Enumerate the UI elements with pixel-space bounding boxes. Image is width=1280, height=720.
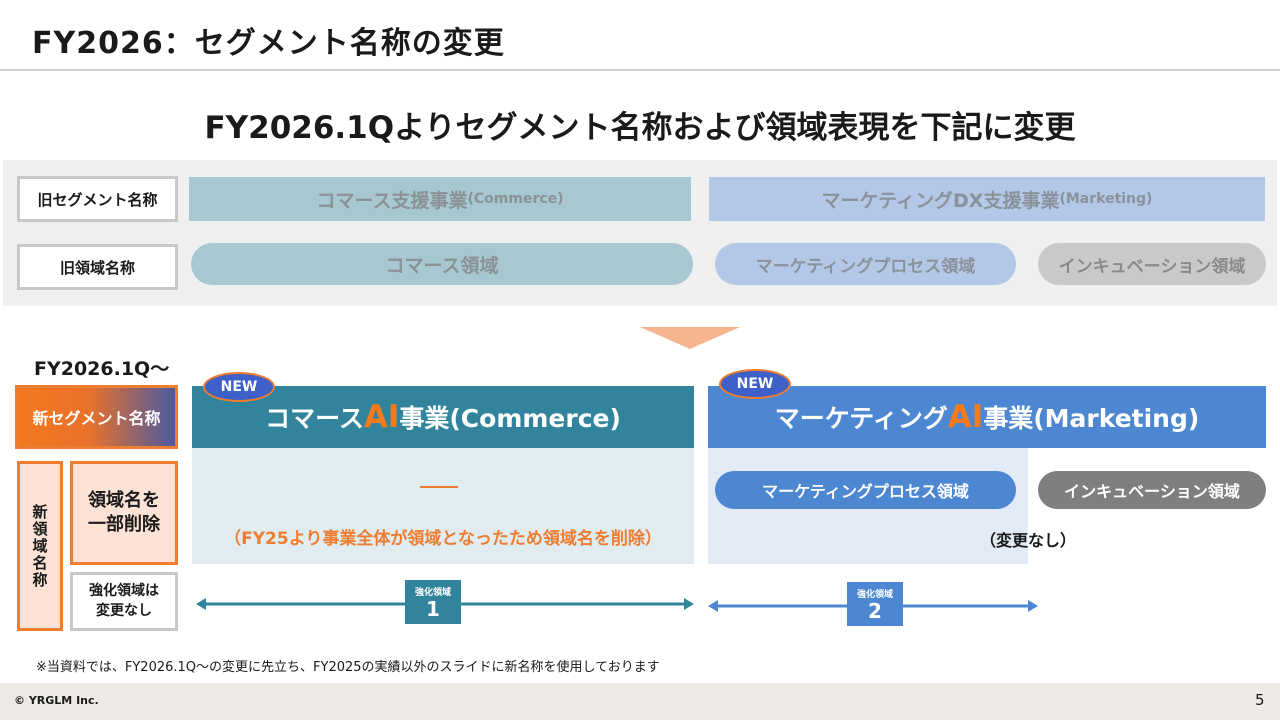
strengthen-line-2: 変更なし bbox=[96, 602, 152, 619]
partial-delete-line-2: 一部削除 bbox=[88, 514, 160, 535]
new-domain-label: 新領域名称 bbox=[17, 461, 63, 631]
new-commerce-suffix: 事業(Commerce) bbox=[399, 404, 621, 433]
footer-bar bbox=[0, 683, 1280, 720]
new-marketing-segment: マーケティング AI 事業(Marketing) bbox=[708, 386, 1266, 448]
old-segment-label: 旧セグメント名称 bbox=[17, 176, 178, 222]
page-title: FY2026：セグメント名称の変更 bbox=[32, 26, 505, 61]
new-badge-marketing: NEW bbox=[719, 369, 791, 399]
old-commerce-segment-en: (Commerce) bbox=[467, 191, 564, 207]
title-divider bbox=[0, 69, 1280, 71]
old-incubation-domain: インキュベーション領域 bbox=[1038, 243, 1266, 285]
new-domain-label-text: 新領域名称 bbox=[30, 503, 49, 589]
strength-badge-1: 強化領域 1 bbox=[405, 580, 461, 624]
commerce-deleted-note: （FY25より事業全体が領域となったため領域名を削除） bbox=[224, 529, 662, 549]
new-incubation-domain: インキュベーション領域 bbox=[1038, 471, 1266, 509]
strength-badge-2-number: 2 bbox=[868, 598, 882, 623]
old-marketing-process-domain: マーケティングプロセス領域 bbox=[715, 243, 1016, 285]
new-period-label: FY2026.1Q～ bbox=[34, 358, 170, 380]
strength-badge-2: 強化領域 2 bbox=[847, 582, 903, 626]
partial-delete-line-1: 領域名を bbox=[88, 489, 160, 511]
strength-badge-1-label: 強化領域 bbox=[414, 587, 451, 598]
old-marketing-segment: マーケティングDX支援事業 (Marketing) bbox=[709, 177, 1265, 221]
dash-mark bbox=[420, 486, 458, 488]
old-commerce-segment-name: コマース支援事業 bbox=[316, 189, 468, 212]
footnote: ※当資料では、FY2026.1Q～の変更に先立ち、FY2025の実績以外のスライ… bbox=[36, 660, 660, 675]
new-marketing-ai: AI bbox=[947, 399, 984, 435]
new-marketing-prefix: マーケティング bbox=[774, 404, 948, 433]
no-change-note: （変更なし） bbox=[980, 531, 1077, 550]
strength-badge-2-label: 強化領域 bbox=[856, 589, 893, 600]
new-commerce-prefix: コマース bbox=[265, 404, 364, 433]
old-commerce-domain: コマース領域 bbox=[191, 243, 693, 285]
new-commerce-ai: AI bbox=[363, 399, 400, 435]
old-marketing-segment-name: マーケティングDX支援事業 bbox=[821, 189, 1060, 212]
new-marketing-suffix: 事業(Marketing) bbox=[983, 404, 1200, 433]
new-segment-label: 新セグメント名称 bbox=[15, 385, 178, 449]
old-commerce-segment: コマース支援事業 (Commerce) bbox=[189, 177, 691, 221]
strengthen-line-1: 強化領域は bbox=[89, 582, 159, 599]
new-marketing-process-domain: マーケティングプロセス領域 bbox=[715, 471, 1016, 509]
strength-arrows bbox=[196, 598, 1038, 612]
strengthen-label: 強化領域は 変更なし bbox=[70, 572, 178, 631]
partial-delete-label: 領域名を 一部削除 bbox=[70, 461, 178, 565]
old-domain-label: 旧領域名称 bbox=[17, 244, 178, 290]
down-arrow-icon bbox=[640, 327, 740, 349]
new-badge-commerce: NEW bbox=[203, 372, 275, 402]
copyright: © YRGLM Inc. bbox=[14, 694, 99, 707]
old-marketing-segment-en: (Marketing) bbox=[1059, 191, 1153, 207]
strength-badge-1-number: 1 bbox=[426, 596, 440, 621]
headline: FY2026.1Qよりセグメント名称および領域表現を下記に変更 bbox=[204, 110, 1076, 146]
page-number: 5 bbox=[1255, 691, 1265, 709]
